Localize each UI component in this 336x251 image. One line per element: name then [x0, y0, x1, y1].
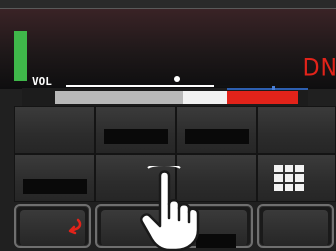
signal-strength-bar [14, 31, 27, 81]
meter-blue-marker [272, 86, 275, 90]
key-label-slot [104, 129, 168, 144]
volume-remaining-line [214, 85, 290, 87]
function-key-r1c3[interactable] [176, 106, 257, 154]
meter-red-segment [227, 91, 298, 104]
keypad-grid-icon [274, 165, 304, 191]
key-label-slot [185, 129, 249, 144]
meter-white-segment [183, 91, 227, 104]
bottom-key-4[interactable] [257, 204, 334, 248]
function-key-r1c1[interactable] [14, 106, 95, 154]
volume-slider-knob[interactable] [174, 76, 180, 82]
meter-grey-segment [55, 91, 183, 104]
function-key-r1c4[interactable] [257, 106, 336, 154]
mode-indicator: DN [302, 54, 336, 83]
tap-hand-icon [140, 166, 200, 251]
s-meter-bar [22, 86, 308, 106]
volume-label: VOL [32, 75, 52, 88]
back-arrow-icon [68, 218, 82, 235]
keypad-key[interactable] [257, 154, 336, 202]
top-strip [0, 0, 336, 8]
key-label-slot [23, 179, 87, 194]
back-button[interactable] [14, 204, 91, 248]
radio-touch-screen: DN VOL [0, 0, 336, 251]
meter-blue-line [227, 88, 308, 90]
function-key-r1c2[interactable] [95, 106, 176, 154]
display-panel: DN VOL [0, 8, 336, 95]
function-key-r2c1[interactable] [14, 154, 95, 202]
volume-level-line [66, 85, 214, 87]
